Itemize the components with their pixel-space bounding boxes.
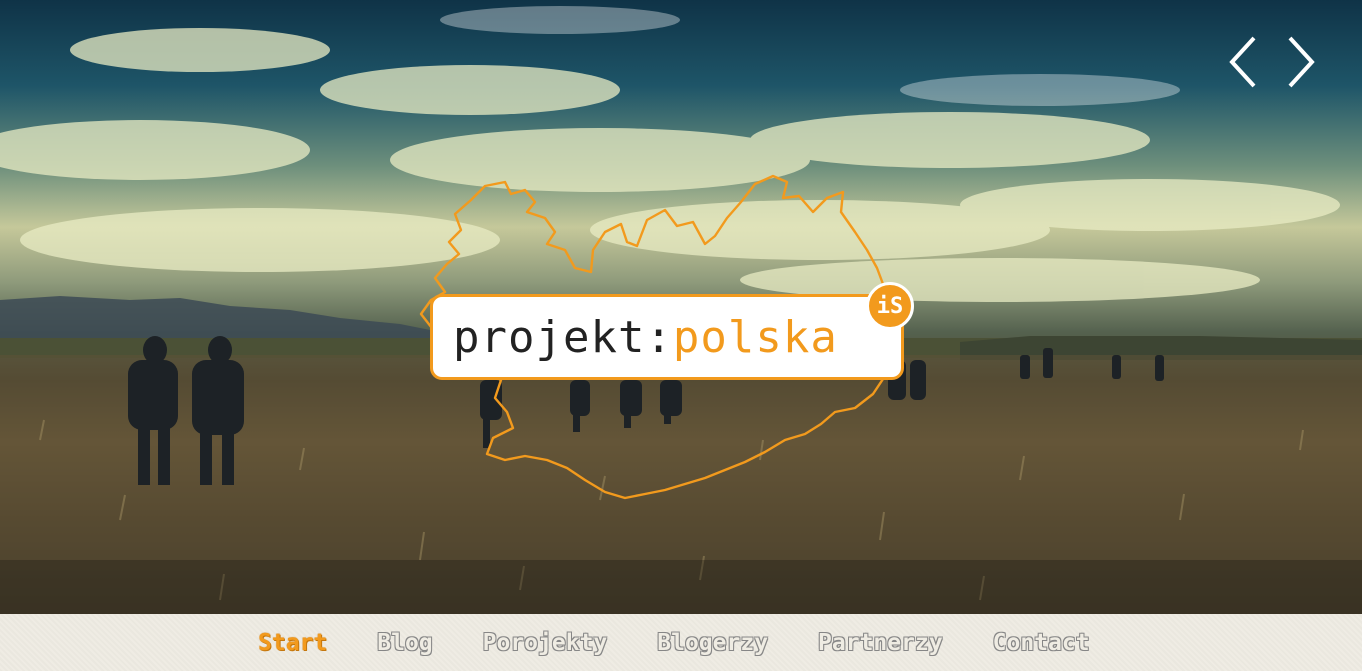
logo-text-polska: polska — [672, 311, 838, 363]
main-menu: Start Blog Porojekty Blogerzy Partnerzy … — [0, 614, 1362, 671]
hero-slideshow: projekt: polska iS — [0, 0, 1362, 614]
menu-item-contact[interactable]: Contact — [993, 630, 1090, 656]
menu-item-start[interactable]: Start — [258, 630, 327, 656]
chevron-right-icon — [1288, 36, 1315, 88]
chevron-left-icon — [1229, 36, 1256, 88]
logo-badge-is: iS — [866, 282, 914, 330]
site-logo[interactable]: projekt: polska — [430, 294, 904, 380]
logo-text-projekt: projekt: — [453, 311, 673, 363]
slider-prev-button[interactable] — [1226, 34, 1260, 90]
menu-item-blogerzy[interactable]: Blogerzy — [657, 630, 768, 656]
menu-item-porojekty[interactable]: Porojekty — [483, 630, 608, 656]
menu-item-blog[interactable]: Blog — [377, 630, 432, 656]
slider-next-button[interactable] — [1284, 34, 1318, 90]
menu-item-partnerzy[interactable]: Partnerzy — [818, 630, 943, 656]
